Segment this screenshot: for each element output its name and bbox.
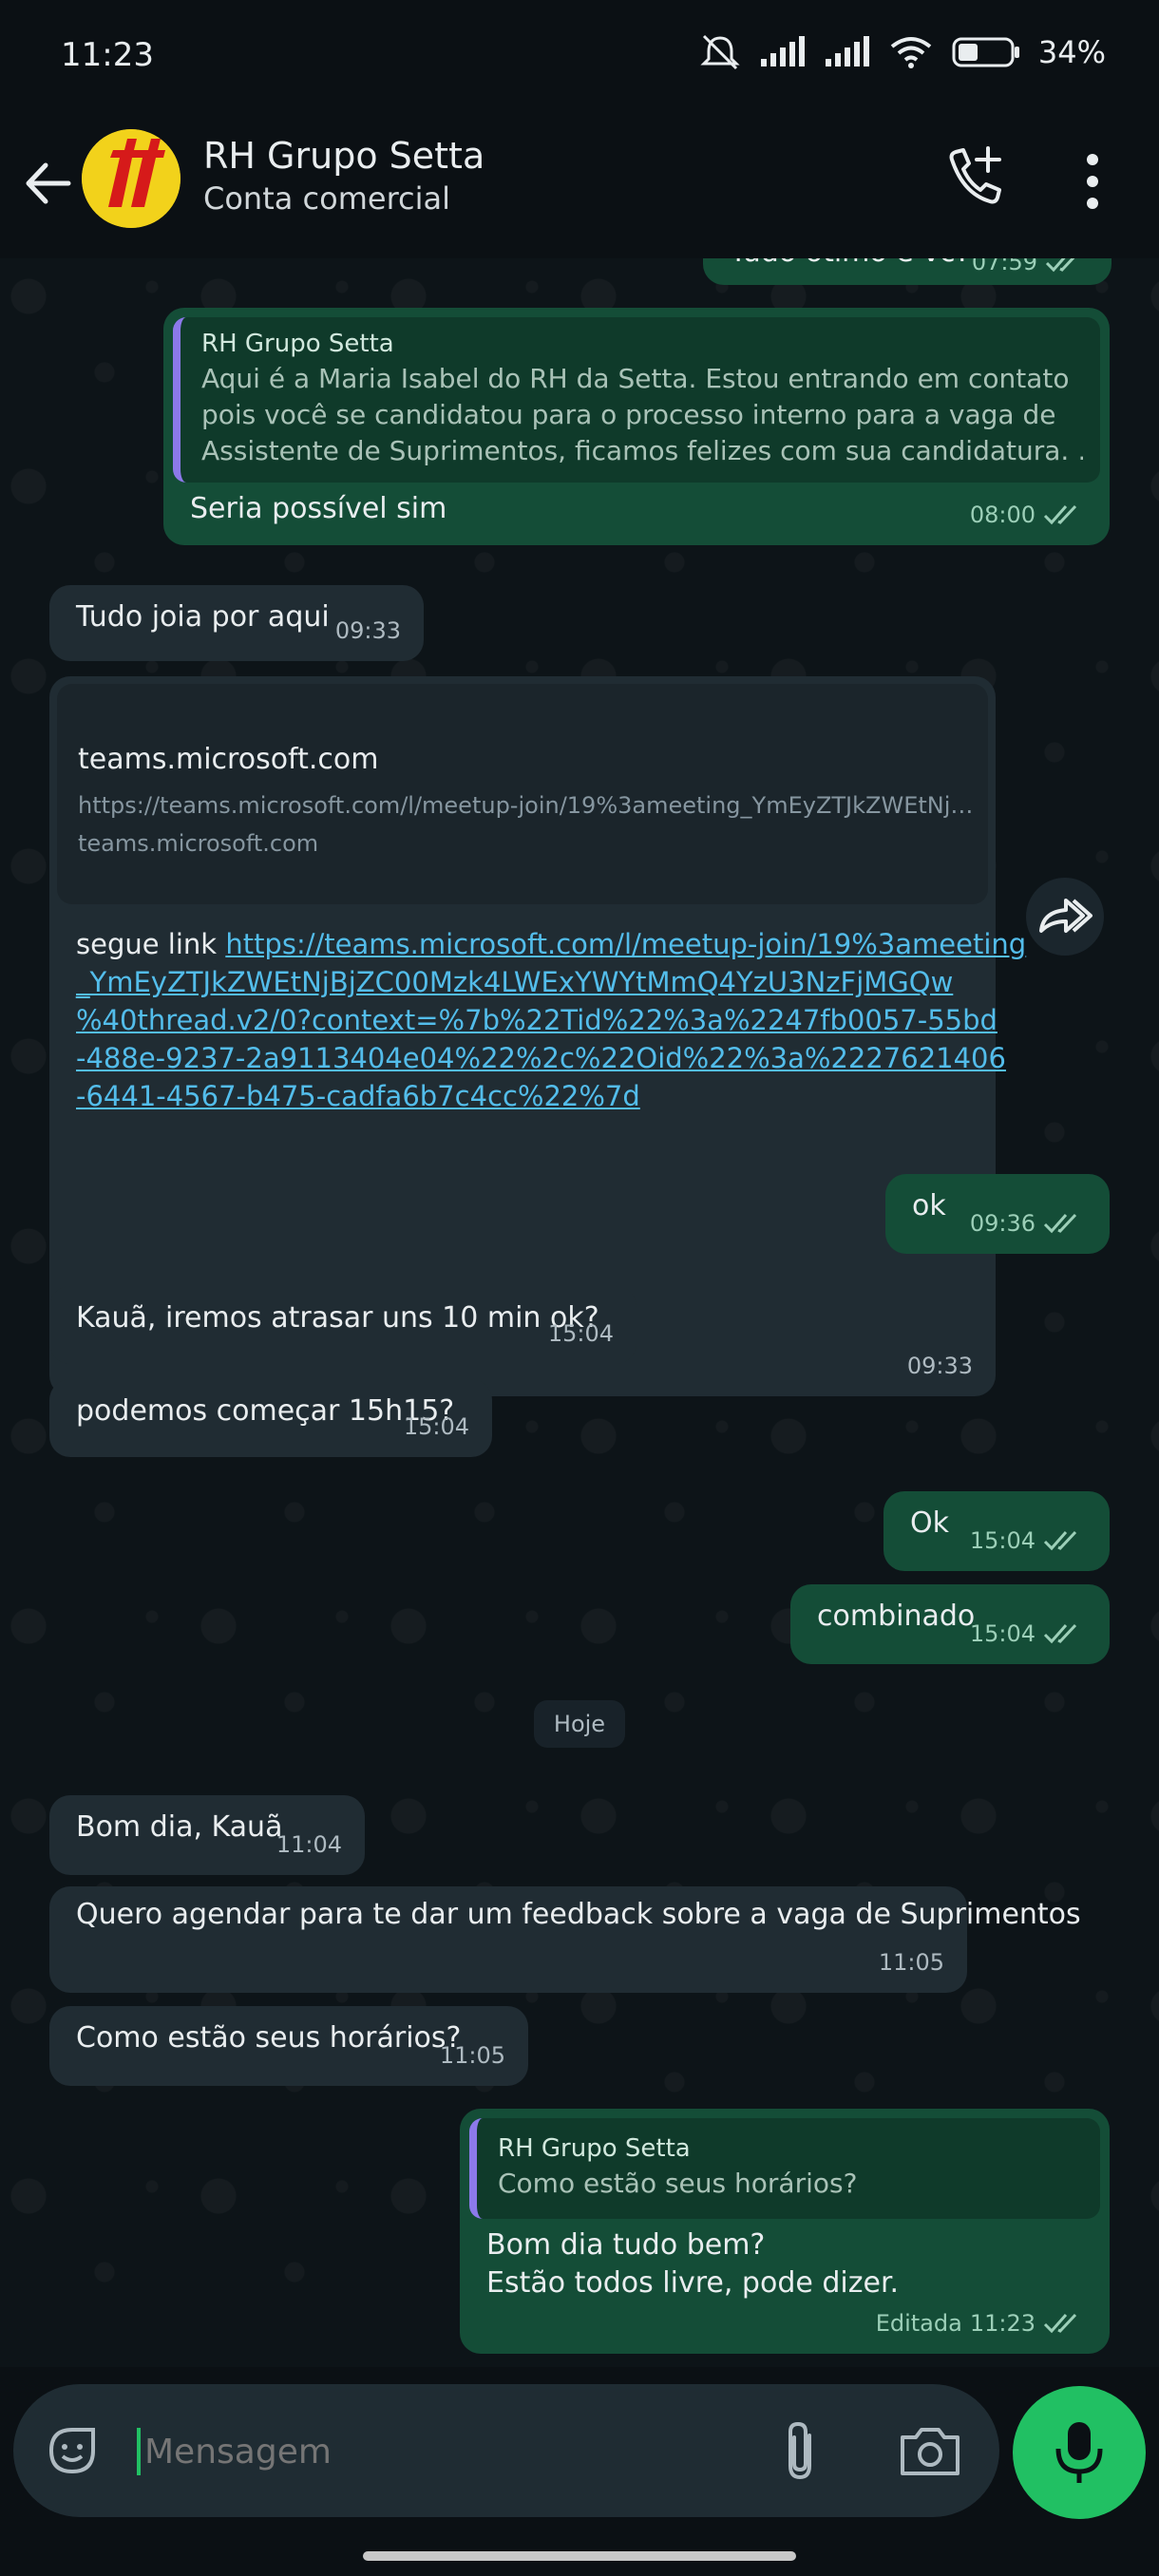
quoted-message[interactable]: RH Grupo Setta Aqui é a Maria Isabel do …	[173, 317, 1100, 483]
message-text: segue link https://teams.microsoft.com/l…	[76, 925, 1026, 1115]
setta-logo-icon	[82, 129, 180, 228]
meeting-link-cont[interactable]: _YmEyZTJkZWEtNjBjZC00Mzk4LWExYWYtMmQ4YzU…	[76, 963, 988, 1001]
chat-header: RH Grupo Setta Conta comercial	[0, 112, 1159, 259]
message-time: 09:33	[906, 1353, 973, 1379]
message-meta: 11:05	[879, 1943, 944, 1981]
message-meta: 15:04	[404, 1408, 469, 1446]
message-time: 08:00	[969, 502, 1036, 528]
sticker-icon[interactable]	[42, 2420, 103, 2481]
message-meta: 09:33	[907, 1347, 973, 1385]
date-divider: Hoje	[534, 1700, 625, 1748]
status-bar: 11:23 34%	[0, 0, 1159, 112]
message-meta: 15:04	[970, 1615, 1087, 1653]
quoted-text-line: pois você se candidatou para o processo …	[201, 399, 1056, 430]
message-outgoing[interactable]: Ok 15:04	[884, 1491, 1110, 1571]
message-meta: 11:04	[276, 1826, 342, 1864]
meeting-link-cont[interactable]: -488e-9237-2a9113404e04%22%2c%22Oid%22%3…	[76, 1039, 1006, 1077]
message-incoming[interactable]: podemos começar 15h15? 15:04	[49, 1379, 492, 1457]
quoted-sender: RH Grupo Setta	[201, 330, 394, 358]
message-meta: 11:05	[440, 2036, 505, 2074]
quoted-text-line: Aqui é a Maria Isabel do RH da Setta. Es…	[201, 363, 1070, 394]
message-incoming[interactable]: Kauã, iremos atrasar uns 10 min ok? 15:0…	[49, 1286, 636, 1364]
double-check-icon	[1043, 1213, 1077, 1234]
message-time: 09:36	[969, 1210, 1036, 1237]
message-outgoing[interactable]: combinado 15:04	[790, 1584, 1110, 1664]
message-meta: 09:36	[970, 1204, 1087, 1242]
message-time: 07:59	[971, 258, 1037, 275]
home-indicator[interactable]	[363, 2551, 796, 2561]
message-time: 15:04	[547, 1320, 614, 1347]
message-meta: 07:59	[972, 258, 1089, 281]
camera-icon[interactable]	[897, 2422, 963, 2479]
message-time: 15:04	[969, 1527, 1036, 1554]
more-vert-icon[interactable]	[1074, 148, 1112, 215]
meeting-link[interactable]: https://teams.microsoft.com/l/meetup-joi…	[225, 928, 1026, 960]
mute-icon	[700, 34, 740, 70]
text-cursor	[137, 2428, 141, 2475]
double-check-icon	[1045, 258, 1075, 273]
link-preview-card[interactable]: teams.microsoft.com https://teams.micros…	[57, 684, 988, 904]
edited-label: Editada	[875, 2310, 962, 2337]
voice-record-button[interactable]	[1013, 2386, 1146, 2519]
meeting-link-cont[interactable]: -6441-4567-b475-cadfa6b7c4cc%22%7d	[76, 1077, 988, 1115]
message-outgoing[interactable]: ok 09:36	[885, 1174, 1110, 1254]
forward-icon	[1039, 899, 1092, 933]
forward-button[interactable]	[1026, 878, 1104, 956]
wifi-icon	[890, 37, 932, 68]
contact-subtitle: Conta comercial	[203, 180, 450, 217]
message-meta: Editada 11:23	[876, 2304, 1087, 2342]
message-time: 11:05	[878, 1949, 944, 1976]
contact-avatar[interactable]	[82, 129, 180, 228]
link-preview-title: teams.microsoft.com	[78, 743, 379, 776]
chat-area[interactable]: Tudo ótimo e vc? 07:59 RH Grupo Setta Aq…	[0, 258, 1159, 2367]
double-check-icon	[1043, 1623, 1077, 1644]
quoted-message[interactable]: RH Grupo Setta Como estão seus horários?	[469, 2118, 1100, 2219]
meeting-link-cont[interactable]: %40thread.v2/0?context=%7b%22Tid%22%3a%2…	[76, 1001, 998, 1039]
message-outgoing-reply[interactable]: RH Grupo Setta Como estão seus horários?…	[460, 2109, 1110, 2354]
battery-icon	[952, 37, 1019, 67]
message-time: 09:33	[334, 617, 401, 644]
signal-icon-2	[825, 36, 869, 66]
contact-name[interactable]: RH Grupo Setta	[203, 135, 484, 177]
message-outgoing[interactable]: Tudo ótimo e vc? 07:59	[703, 258, 1112, 285]
message-incoming[interactable]: Quero agendar para te dar um feedback so…	[49, 1886, 1081, 1993]
double-check-icon	[1043, 1530, 1077, 1551]
message-text: Seria possível sim	[190, 492, 447, 525]
message-time: 11:23	[969, 2310, 1036, 2337]
message-time: 11:04	[276, 1831, 342, 1858]
quoted-text: Como estão seus horários?	[498, 2168, 858, 2199]
quoted-sender: RH Grupo Setta	[498, 2134, 691, 2163]
quoted-text-line: Assistente de Suprimentos, ficamos feliz…	[201, 435, 1083, 466]
message-incoming[interactable]: Como estão seus horários? 11:05	[49, 2006, 528, 2086]
message-text: Quero agendar para te dar um feedback so…	[76, 1898, 1081, 1931]
message-composer	[13, 2384, 999, 2517]
message-line: Estão todos livre, pode dizer.	[486, 2266, 900, 2300]
double-check-icon	[1043, 504, 1077, 525]
message-outgoing-reply[interactable]: RH Grupo Setta Aqui é a Maria Isabel do …	[163, 308, 1110, 545]
message-incoming[interactable]: Bom dia, Kauã 11:04	[49, 1795, 365, 1875]
status-icons: 34%	[698, 32, 1106, 72]
mic-icon	[1055, 2422, 1103, 2483]
message-meta: 15:04	[970, 1522, 1087, 1560]
message-text: Bom dia tudo bem? Estão todos livre, pod…	[460, 2219, 1110, 2312]
message-time: 11:05	[439, 2042, 505, 2069]
link-preview-url: https://teams.microsoft.com/l/meetup-joi…	[78, 792, 971, 819]
status-time: 11:23	[61, 36, 154, 74]
link-preview-domain: teams.microsoft.com	[78, 830, 319, 857]
battery-percent: 34%	[1037, 34, 1106, 70]
attach-icon[interactable]	[773, 2418, 830, 2485]
message-meta: 15:04	[548, 1315, 614, 1353]
message-line: Bom dia tudo bem?	[486, 2228, 766, 2262]
message-input[interactable]	[142, 2420, 754, 2483]
message-time: 15:04	[403, 1413, 469, 1440]
message-meta: 09:33	[335, 612, 401, 650]
add-call-icon[interactable]	[940, 142, 1007, 218]
message-meta: 08:00	[970, 496, 1087, 534]
link-prefix: segue link	[76, 928, 226, 960]
message-incoming[interactable]: Tudo joia por aqui 09:33	[49, 585, 424, 661]
double-check-icon	[1043, 2313, 1077, 2334]
message-time: 15:04	[969, 1620, 1036, 1647]
back-arrow-icon[interactable]	[19, 150, 76, 217]
signal-icon	[760, 36, 805, 66]
